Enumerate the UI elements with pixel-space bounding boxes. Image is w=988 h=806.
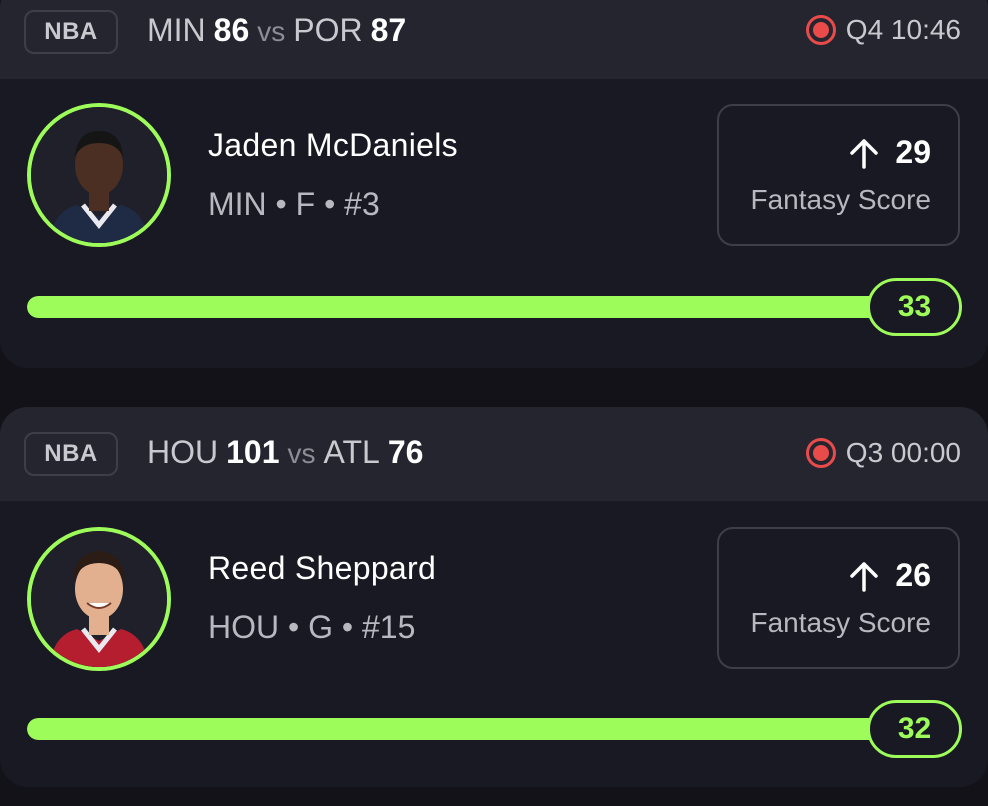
arrow-up-icon [850,561,879,592]
player-card[interactable]: NBA HOU 101 vs ATL 76 Q3 00:00 Reed Shep… [0,407,988,787]
vs-label: vs [287,438,316,469]
fantasy-score-row: 29 [849,134,931,171]
matchup: MIN 86 vs POR 87 [147,12,406,49]
avatar[interactable] [27,103,171,247]
avatar[interactable] [27,527,171,671]
player-name: Reed Sheppard [208,550,437,586]
vs-label: vs [257,16,286,47]
matchup: HOU 101 vs ATL 76 [147,434,423,471]
game-clock: Q4 10:46 [845,14,961,45]
fantasy-score-label: Fantasy Score [750,184,931,215]
progress-bar [27,718,907,740]
progress-bar [27,296,907,318]
arrow-up-icon [850,138,879,169]
league-badge: NBA [24,10,118,54]
fantasy-score-value: 29 [895,134,931,170]
game-header: NBA MIN 86 vs POR 87 Q4 10:46 [0,0,988,79]
progress-fill [27,296,899,318]
fantasy-score-box: 26 Fantasy Score [717,527,960,669]
live-status: Q4 10:46 [805,14,961,46]
away-team: ATL [323,434,380,470]
game-clock: Q3 00:00 [845,437,961,468]
progress-value-badge: 33 [867,278,962,336]
fantasy-score-box: 29 Fantasy Score [717,104,960,246]
home-score: 86 [213,12,250,48]
home-team: MIN [147,12,206,48]
fantasy-score-label: Fantasy Score [750,607,931,638]
home-team: HOU [147,434,219,470]
progress-fill [27,718,899,740]
player-headshot [31,107,167,243]
player-meta: HOU • G • #15 [208,609,416,645]
live-indicator-icon [805,438,836,468]
fantasy-score-row: 26 [849,557,931,594]
player-name: Jaden McDaniels [208,127,458,163]
away-score: 76 [387,434,424,470]
player-headshot [31,531,167,667]
live-status: Q3 00:00 [805,437,961,469]
player-meta: MIN • F • #3 [208,186,380,222]
progress-value-badge: 32 [867,700,962,758]
away-score: 87 [370,12,407,48]
home-score: 101 [226,434,280,470]
fantasy-score-value: 26 [895,557,931,593]
away-team: POR [293,12,363,48]
game-header: NBA HOU 101 vs ATL 76 Q3 00:00 [0,407,988,501]
live-indicator-icon [805,15,836,45]
league-badge: NBA [24,432,118,476]
player-card[interactable]: NBA MIN 86 vs POR 87 Q4 10:46 Jaden McDa… [0,0,988,368]
